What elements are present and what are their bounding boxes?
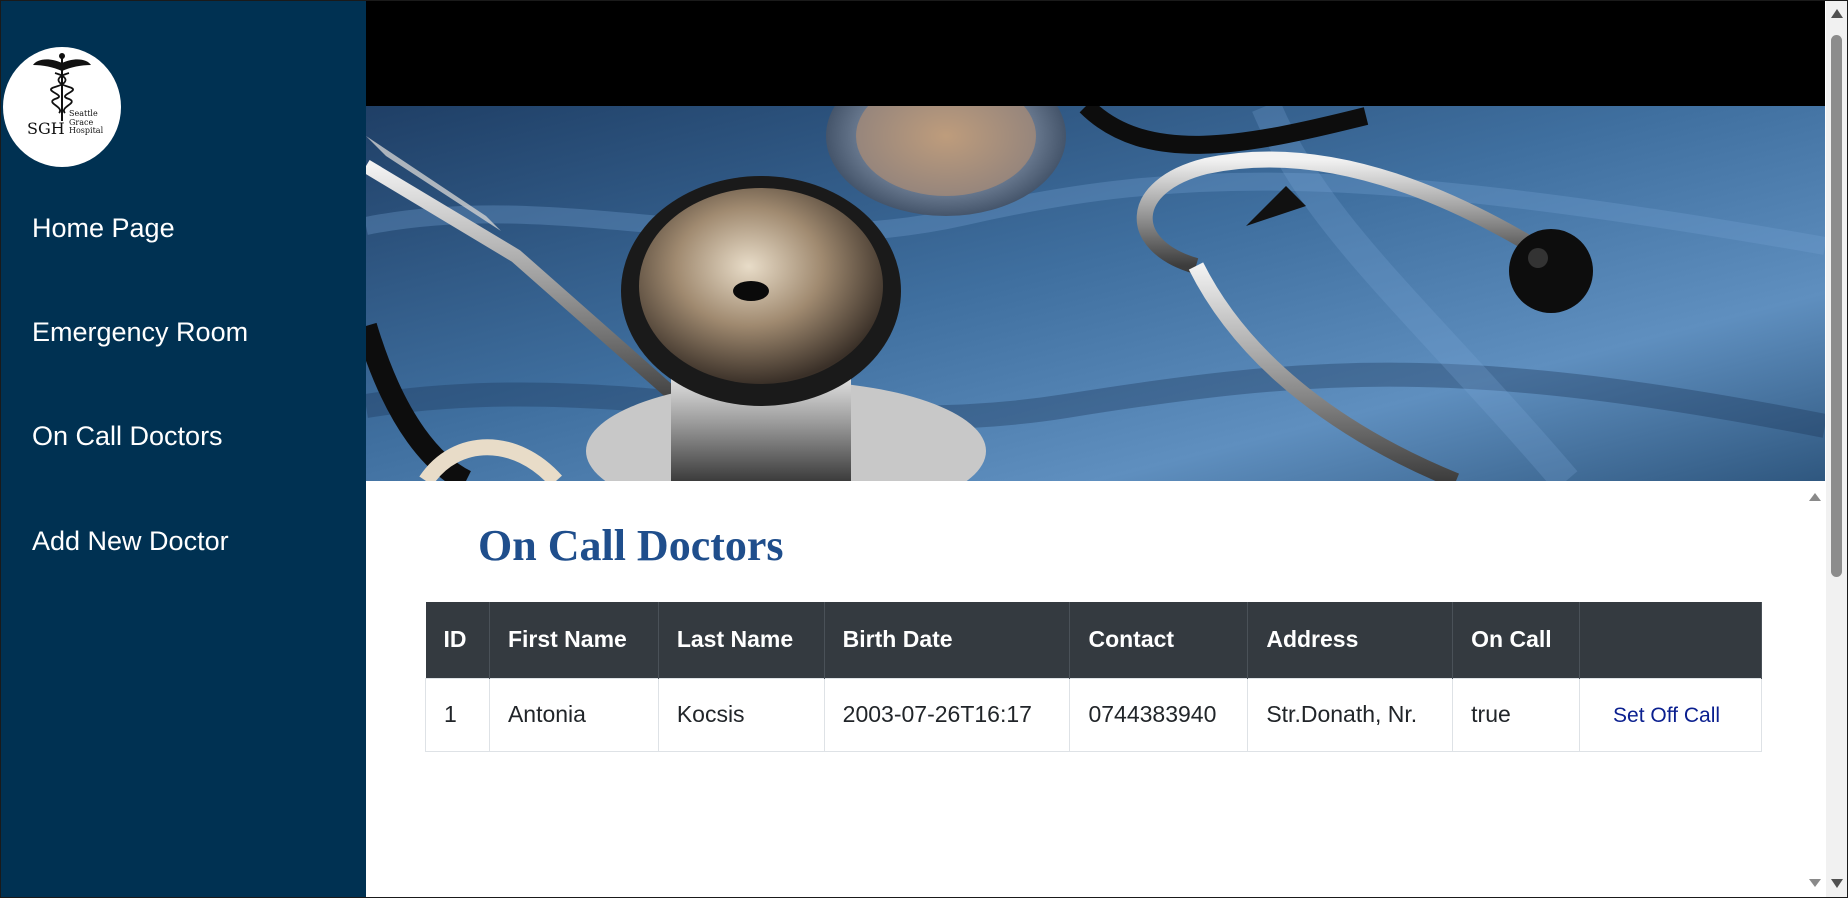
scroll-down-arrow-icon[interactable] [1809,879,1821,887]
column-header-action [1579,602,1762,678]
column-header-birth-date: Birth Date [824,602,1071,678]
scroll-down-icon[interactable] [1831,879,1843,888]
main-content: On Call Doctors ID First Name Last Name … [366,1,1825,897]
logo-hospital-name: Seattle Grace Hospital [69,109,104,135]
scrollbar-thumb[interactable] [1831,35,1842,577]
sidebar-item-add-new-doctor[interactable]: Add New Doctor [32,523,229,559]
cell-contact: 0744383940 [1069,677,1249,752]
table-header-row: ID First Name Last Name Birth Date Conta… [425,602,1762,678]
cell-id: 1 [425,677,490,752]
scroll-up-arrow-icon[interactable] [1809,493,1821,501]
sidebar: SGH Seattle Grace Hospital Home Page Eme… [1,1,366,897]
set-off-call-button[interactable]: Set Off Call [1598,704,1735,728]
cell-first-name: Antonia [488,677,659,752]
cell-last-name: Kocsis [657,677,825,752]
page-title: On Call Doctors [478,521,784,570]
doctors-table: ID First Name Last Name Birth Date Conta… [425,602,1762,752]
sidebar-item-emergency-room[interactable]: Emergency Room [32,314,248,350]
column-header-last-name: Last Name [658,602,825,678]
column-header-contact: Contact [1069,602,1249,678]
column-header-first-name: First Name [489,602,659,678]
caduceus-icon [33,53,91,121]
sidebar-item-on-call-doctors[interactable]: On Call Doctors [32,418,223,454]
logo-abbreviation: SGH [27,119,65,138]
column-header-address: Address [1247,602,1454,678]
hospital-logo[interactable]: SGH Seattle Grace Hospital [3,47,121,167]
sidebar-item-home-page[interactable]: Home Page [32,210,175,246]
stethoscope-image [366,106,1825,481]
column-header-id: ID [425,602,490,678]
window-scrollbar[interactable] [1826,1,1847,897]
cell-on-call: true [1452,677,1581,752]
cell-action: Set Off Call [1579,677,1762,752]
cell-birth-date: 2003-07-26T16:17 [823,677,1071,752]
top-bar [366,1,1825,106]
column-header-on-call: On Call [1452,602,1581,678]
cell-address: Str.Donath, Nr. [1247,677,1454,752]
scroll-up-icon[interactable] [1831,9,1843,18]
content-scrollbar[interactable] [1806,488,1825,897]
table-row: 1 Antonia Kocsis 2003-07-26T16:17 074438… [425,677,1762,752]
